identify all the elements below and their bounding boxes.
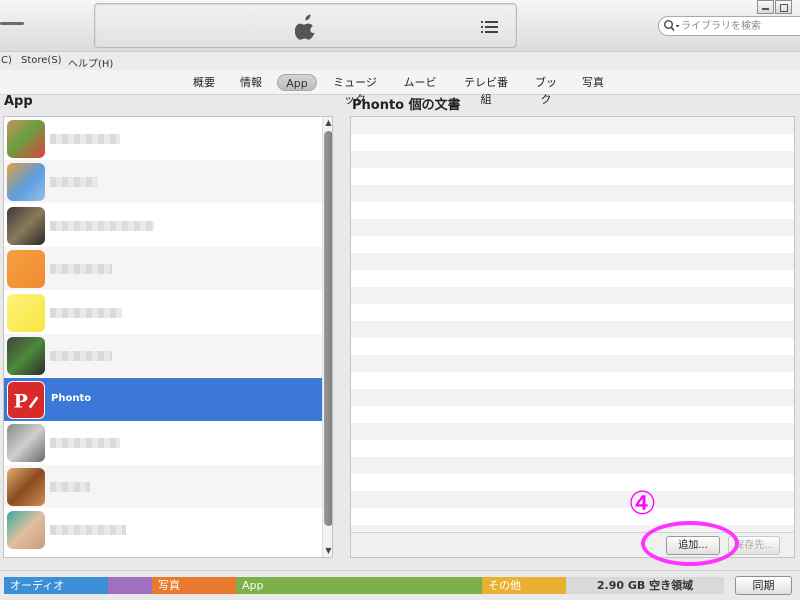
list-item[interactable] (4, 291, 322, 334)
list-item[interactable] (4, 421, 322, 464)
app-icon (7, 511, 45, 549)
app-list-scrollbar[interactable]: ▲ ▼ (322, 117, 332, 557)
capacity-other: その他 (482, 577, 566, 594)
menu-bar: C) Store(S) ヘルプ(H) (0, 52, 800, 70)
list-item[interactable] (4, 508, 322, 551)
scroll-thumb[interactable] (324, 131, 332, 526)
list-item-selected[interactable]: P Phonto (4, 378, 322, 421)
apps-heading: App (4, 94, 33, 109)
app-name-blurred (50, 221, 154, 231)
minimize-button[interactable] (757, 0, 774, 14)
selected-app-name: Phonto (51, 393, 92, 404)
search-input[interactable] (681, 18, 799, 34)
tab-music[interactable]: ミュージック (329, 74, 381, 106)
library-search[interactable] (658, 16, 800, 36)
app-list[interactable]: P Phonto ▲ ▼ (3, 116, 333, 558)
tab-info[interactable]: 情報 (238, 74, 264, 91)
app-icon (7, 468, 45, 506)
capacity-bar: オーディオ 写真 App その他 2.90 GB 空き領域 同期 (0, 570, 800, 600)
phonto-logo-icon: P (14, 391, 39, 413)
list-item[interactable] (4, 465, 322, 508)
scroll-down-arrow-icon[interactable]: ▼ (324, 546, 332, 556)
app-name-blurred (50, 177, 98, 187)
app-name-blurred (50, 525, 126, 535)
app-icon (7, 424, 45, 462)
app-name-blurred (50, 351, 112, 361)
phonto-app-icon: P (7, 381, 45, 419)
device-tabs: 概要 情報 App ミュージック ムービー テレビ番組 ブック 写真 (0, 70, 800, 106)
documents-heading: Phonto 個の文書 (352, 98, 461, 113)
tab-summary[interactable]: 概要 (191, 74, 217, 91)
tab-tv-shows[interactable]: テレビ番組 (460, 74, 512, 106)
title-bar (0, 0, 800, 52)
app-icon (7, 337, 45, 375)
tab-photos[interactable]: 写真 (580, 74, 606, 91)
menu-help[interactable]: ヘルプ(H) (68, 55, 113, 70)
documents-list[interactable]: 追加... 保存先... (350, 116, 795, 558)
scroll-up-arrow-icon[interactable]: ▲ (324, 118, 332, 128)
app-icon (7, 207, 45, 245)
svg-text:P: P (14, 391, 28, 413)
step-number-annotation: ④ (628, 484, 657, 522)
maximize-button[interactable] (775, 0, 792, 14)
highlight-ring-annotation (641, 521, 739, 566)
menu-store[interactable]: Store(S) (21, 55, 62, 66)
list-item[interactable] (4, 160, 322, 203)
app-name-blurred (50, 482, 90, 492)
capacity-audio: オーディオ (4, 577, 108, 594)
app-name-blurred (50, 134, 120, 144)
app-icon (7, 250, 45, 288)
tab-books[interactable]: ブック (533, 74, 559, 106)
app-icon (7, 294, 45, 332)
tab-movies[interactable]: ムービー (400, 74, 440, 106)
documents-rows (351, 117, 794, 532)
app-name-blurred (50, 308, 122, 318)
list-item[interactable] (4, 117, 322, 160)
apple-logo-icon (295, 14, 315, 40)
tab-app[interactable]: App (277, 74, 317, 91)
app-icon (7, 163, 45, 201)
app-name-blurred (50, 264, 112, 274)
sync-button[interactable]: 同期 (735, 576, 792, 595)
app-name-blurred (50, 438, 120, 448)
list-item[interactable] (4, 334, 322, 377)
list-view-icon[interactable] (480, 18, 500, 36)
menu-controls[interactable]: C) (1, 55, 12, 66)
list-item[interactable] (4, 247, 322, 290)
playback-progress[interactable] (0, 22, 24, 25)
capacity-free-space: 2.90 GB 空き領域 (566, 577, 724, 594)
app-icon (7, 120, 45, 158)
capacity-video (108, 577, 152, 594)
capacity-photos: 写真 (152, 577, 236, 594)
list-item[interactable] (4, 204, 322, 247)
search-icon[interactable] (663, 19, 681, 33)
status-display (94, 3, 517, 48)
capacity-apps: App (236, 577, 482, 594)
